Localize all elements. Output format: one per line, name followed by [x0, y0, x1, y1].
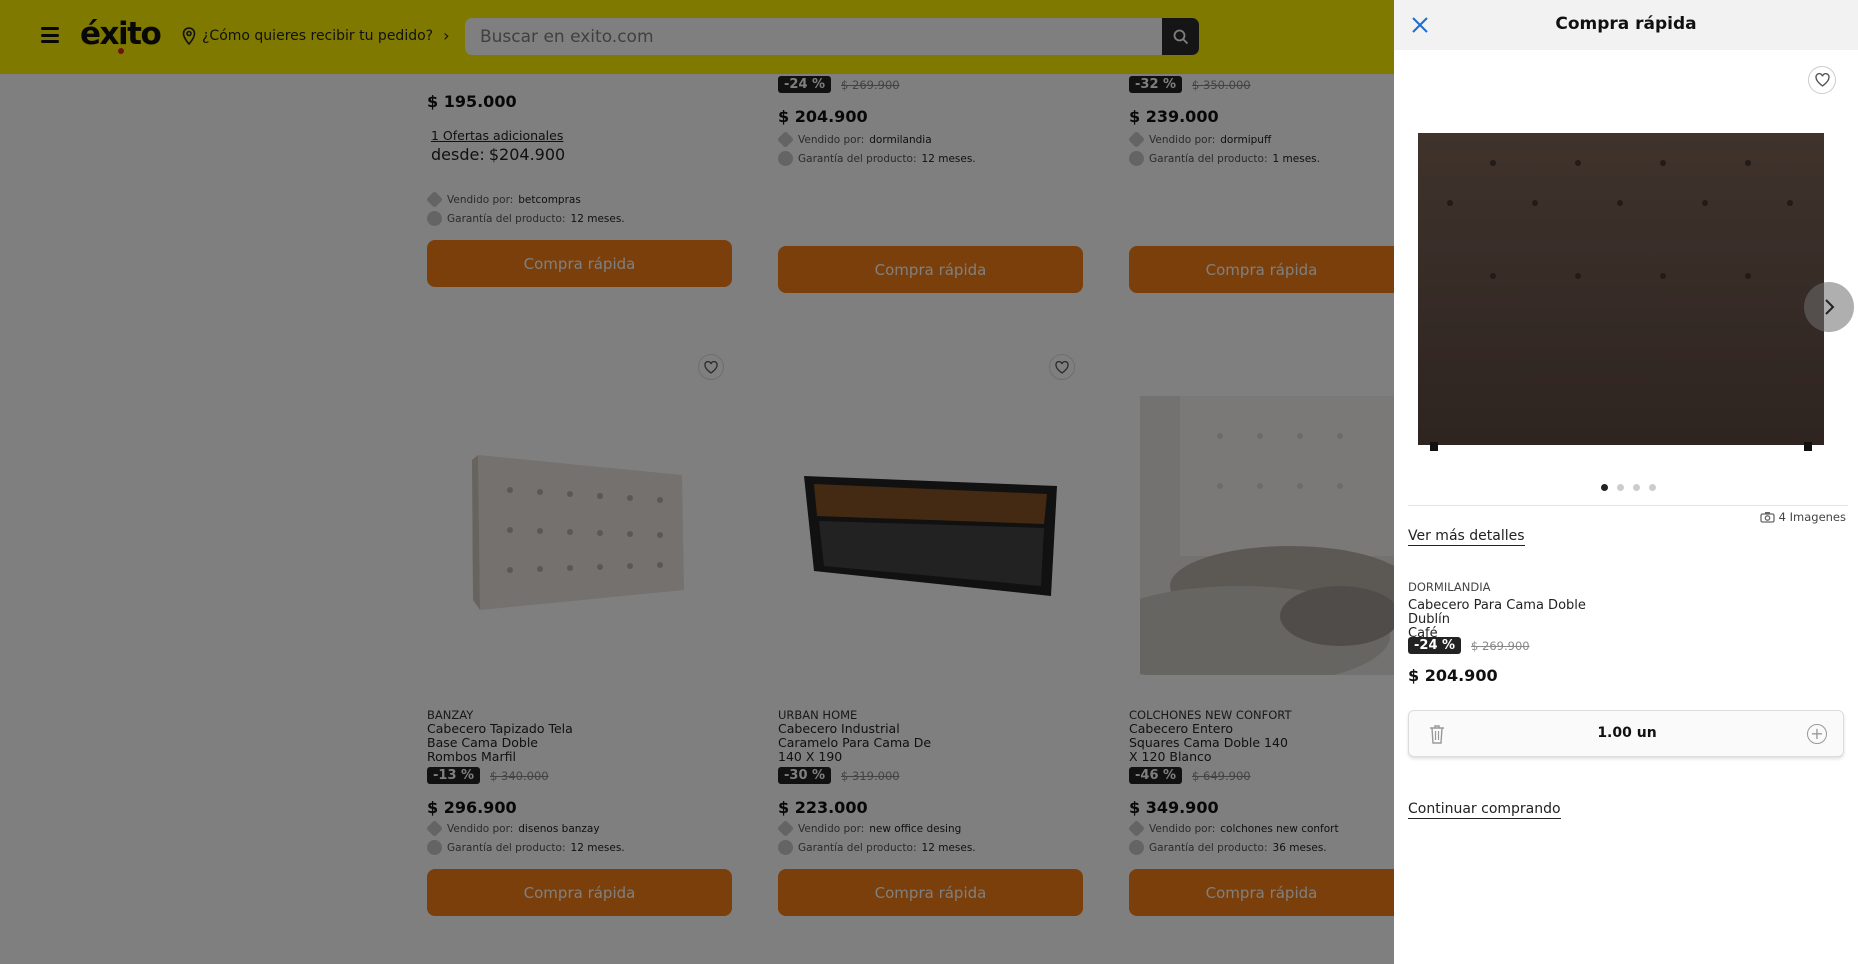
discount-badge: -24 %: [1408, 637, 1462, 654]
chevron-right-icon: [1825, 299, 1835, 315]
product-price: $ 204.900: [1408, 666, 1498, 685]
product-brand: DORMILANDIA: [1408, 580, 1491, 594]
image-count-label: 4 Imagenes: [1778, 510, 1846, 524]
quantity-stepper: 1.00 un +: [1408, 710, 1844, 757]
quick-buy-panel: Compra rápida 4 Imagenes Ver más detalle…: [1394, 0, 1858, 964]
quantity-value: 1.00 un: [1597, 725, 1657, 741]
gallery-dot[interactable]: [1648, 484, 1656, 491]
favorite-heart-icon[interactable]: [1808, 66, 1836, 94]
gallery-dot[interactable]: [1600, 484, 1608, 491]
image-count: 4 Imagenes: [1760, 510, 1846, 524]
gallery-dot[interactable]: [1632, 484, 1640, 491]
camera-icon: [1760, 512, 1775, 523]
price-row: -24 % $ 269.900: [1408, 637, 1530, 654]
modal-backdrop[interactable]: [0, 0, 1394, 964]
image-gallery: [1408, 108, 1854, 506]
close-icon: [1412, 17, 1428, 33]
close-button[interactable]: [1408, 13, 1432, 37]
old-price: $ 269.900: [1471, 638, 1530, 653]
gallery-dots: [1408, 484, 1848, 491]
product-image-headboard[interactable]: [1418, 133, 1824, 451]
next-image-button[interactable]: [1804, 282, 1854, 332]
product-name: Cabecero Para Cama Doble Dublín Café: [1408, 599, 1628, 641]
panel-title: Compra rápida: [1555, 14, 1697, 34]
plus-icon[interactable]: +: [1807, 724, 1827, 744]
continue-shopping-link[interactable]: Continuar comprando: [1408, 801, 1561, 819]
more-details-link[interactable]: Ver más detalles: [1408, 528, 1525, 546]
gallery-dot[interactable]: [1616, 484, 1624, 491]
product-name-line: Cabecero Para Cama Doble Dublín: [1408, 598, 1586, 627]
panel-header: Compra rápida: [1394, 0, 1858, 50]
